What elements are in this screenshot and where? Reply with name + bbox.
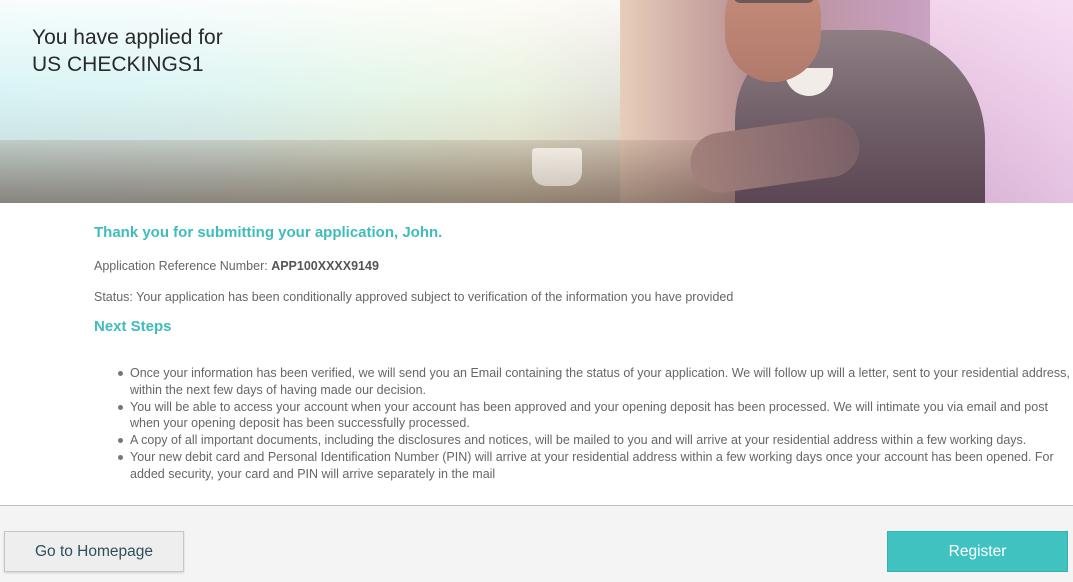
list-item: Once your information has been verified,… <box>116 365 1073 399</box>
reference-number-value: APP100XXXX9149 <box>271 259 379 273</box>
register-button[interactable]: Register <box>887 531 1068 572</box>
banner-countertop <box>0 140 760 203</box>
reference-number-row: Application Reference Number: APP100XXXX… <box>94 259 379 273</box>
list-item: You will be able to access your account … <box>116 399 1073 433</box>
banner-person-hair <box>733 0 815 3</box>
go-to-homepage-button[interactable]: Go to Homepage <box>4 531 184 572</box>
list-item: Your new debit card and Personal Identif… <box>116 449 1073 483</box>
hero-banner: You have applied for US CHECKINGS1 <box>0 0 1073 203</box>
banner-mug-image <box>532 148 582 186</box>
confirmation-section: Thank you for submitting your applicatio… <box>0 203 1073 505</box>
page-title: You have applied for US CHECKINGS1 <box>32 24 223 78</box>
page-title-line1: You have applied for <box>32 26 223 49</box>
application-status: Status: Your application has been condit… <box>94 290 734 304</box>
list-item: A copy of all important documents, inclu… <box>116 432 1073 449</box>
next-steps-heading: Next Steps <box>94 318 172 335</box>
page-title-product: US CHECKINGS1 <box>32 53 204 76</box>
next-steps-list: Once your information has been verified,… <box>116 365 1073 483</box>
reference-label: Application Reference Number: <box>94 259 272 273</box>
thanks-heading: Thank you for submitting your applicatio… <box>94 224 443 241</box>
footer-bar: Go to Homepage Register <box>0 505 1073 582</box>
